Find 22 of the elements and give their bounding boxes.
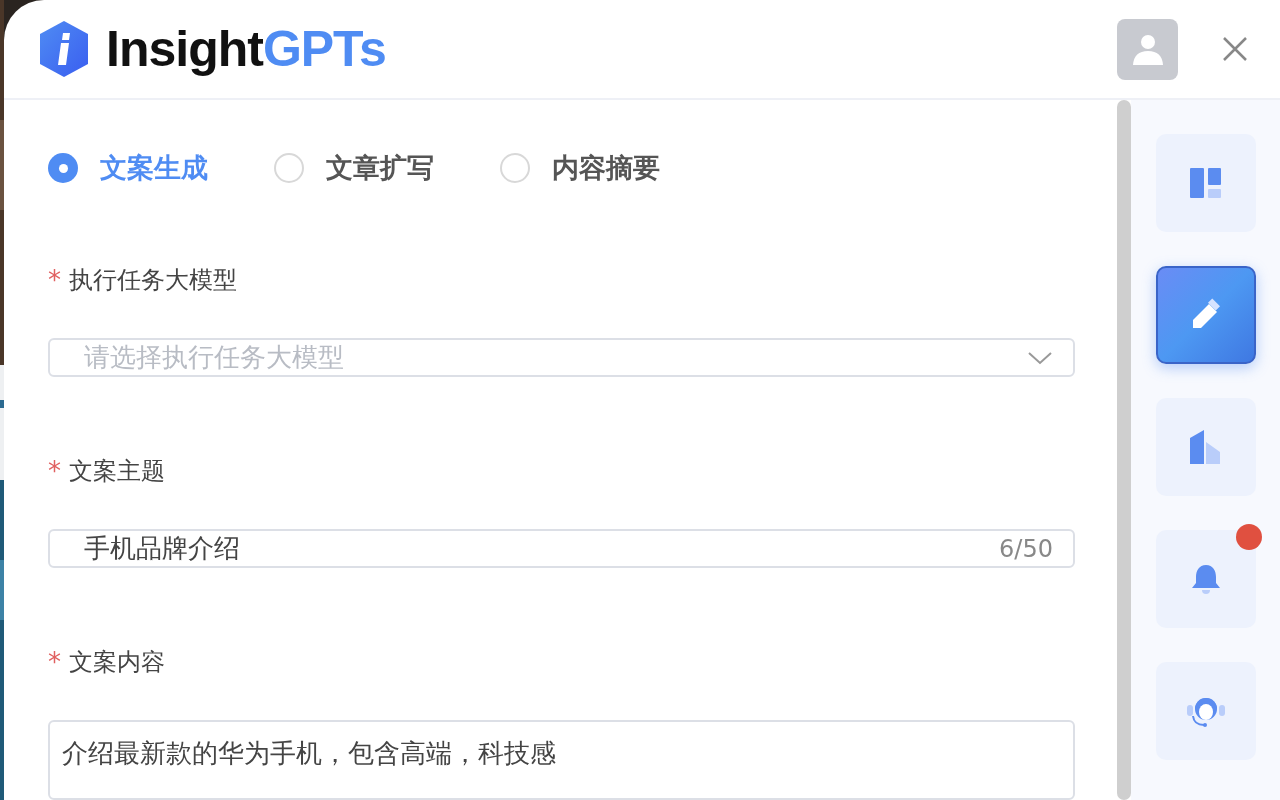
required-mark: *	[48, 456, 61, 486]
content-textarea[interactable]: 介绍最新款的华为手机，包含高端，科技感	[48, 720, 1075, 800]
required-mark: *	[48, 647, 61, 677]
building-icon	[1189, 430, 1222, 464]
required-mark: *	[48, 265, 61, 295]
avatar[interactable]	[1117, 18, 1178, 80]
field-label: 文案主题	[69, 456, 165, 487]
sidebar-button[interactable]	[1155, 134, 1256, 232]
sidebar-button[interactable]	[1155, 662, 1256, 760]
mode-radio[interactable]: 文章扩写	[274, 150, 434, 186]
mode-radio[interactable]: 内容摘要	[500, 150, 660, 186]
field-label: 文案内容	[69, 647, 165, 678]
sidebar-button[interactable]	[1155, 530, 1256, 628]
field-label: 执行任务大模型	[69, 265, 237, 296]
bell-icon	[1190, 563, 1221, 595]
scrollbar[interactable]	[1117, 100, 1131, 800]
sidebar-button[interactable]	[1155, 398, 1256, 496]
layout-icon	[1189, 167, 1222, 199]
brand-name: InsightGPTs	[106, 20, 386, 78]
topic-input[interactable]: 手机品牌介绍 6/50	[48, 529, 1075, 568]
sidebar-button[interactable]	[1155, 266, 1256, 364]
chevron-down-icon[interactable]	[1027, 350, 1053, 365]
